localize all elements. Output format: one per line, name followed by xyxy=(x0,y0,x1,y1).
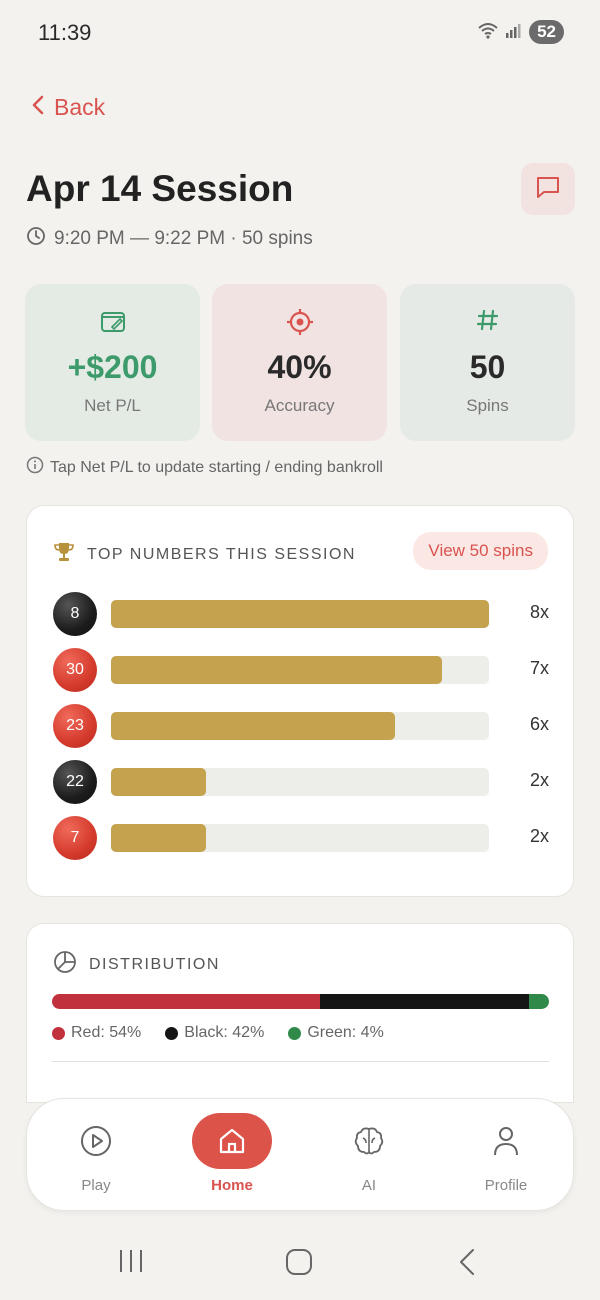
divider xyxy=(52,1061,549,1062)
legend-label: Black: 42% xyxy=(184,1024,265,1041)
chat-button[interactable] xyxy=(521,163,575,215)
number-row: 30 7x xyxy=(53,648,549,692)
back-button[interactable]: Back xyxy=(32,94,105,121)
view-spins-button[interactable]: View 50 spins xyxy=(413,532,548,570)
brain-icon xyxy=(329,1113,409,1169)
signal-icon xyxy=(505,22,523,43)
hit-count: 6x xyxy=(529,714,549,734)
clock-icon xyxy=(26,226,46,252)
number-ball: 22 xyxy=(53,760,97,804)
top-numbers-title: TOP NUMBERS THIS SESSION xyxy=(87,545,356,563)
accuracy-value: 40% xyxy=(267,349,332,385)
green-dot xyxy=(288,1026,302,1040)
nav-profile-label: Profile xyxy=(484,1177,528,1194)
frequency-track xyxy=(111,600,489,628)
chevron-left-icon xyxy=(32,94,44,121)
spins-value: 50 xyxy=(469,349,506,385)
net-pl-label: Net P/L xyxy=(84,396,141,415)
home-icon xyxy=(192,1113,272,1169)
nav-ai[interactable]: AI xyxy=(327,1113,411,1197)
distribution-bar xyxy=(52,994,549,1009)
legend-label: Green: 4% xyxy=(307,1024,384,1041)
pie-chart-icon xyxy=(53,950,77,979)
distribution-title: DISTRIBUTION xyxy=(89,955,220,973)
hit-count: 2x xyxy=(529,826,549,846)
legend-black: Black: 42% xyxy=(165,1024,264,1042)
hash-icon xyxy=(400,308,575,332)
status-bar: 11:39 52 xyxy=(0,0,600,64)
distribution-heading: DISTRIBUTION xyxy=(53,950,220,979)
legend-red: Red: 54% xyxy=(52,1024,141,1042)
target-icon xyxy=(212,308,387,336)
number-row: 23 6x xyxy=(53,704,549,748)
black-dot xyxy=(165,1026,179,1040)
frequency-bar xyxy=(111,656,442,684)
accuracy-card: 40% Accuracy xyxy=(212,284,387,441)
bankroll-hint: Tap Net P/L to update starting / ending … xyxy=(26,456,383,479)
frequency-bar xyxy=(111,824,206,852)
net-pl-card[interactable]: +$200 Net P/L xyxy=(25,284,200,441)
hit-count: 8x xyxy=(529,602,549,622)
profile-icon xyxy=(466,1113,546,1169)
frequency-bar xyxy=(111,600,489,628)
number-ball: 23 xyxy=(53,704,97,748)
accuracy-label: Accuracy xyxy=(264,396,335,415)
hint-text: Tap Net P/L to update starting / ending … xyxy=(50,458,383,476)
green-segment xyxy=(529,994,549,1009)
battery-indicator: 52 xyxy=(529,20,564,44)
recent-apps-icon[interactable] xyxy=(118,1248,144,1279)
home-system-icon[interactable] xyxy=(285,1248,313,1281)
hit-count: 7x xyxy=(529,658,549,678)
session-time-range: 9:20 PM — 9:22 PM · 50 spins xyxy=(54,228,313,249)
nav-home-label: Home xyxy=(211,1177,253,1194)
trophy-icon xyxy=(53,542,75,567)
back-label: Back xyxy=(54,94,106,120)
black-segment xyxy=(320,994,530,1009)
back-system-icon[interactable] xyxy=(458,1248,476,1281)
page-title: Apr 14 Session xyxy=(26,168,294,209)
frequency-track xyxy=(111,768,489,796)
number-ball: 30 xyxy=(53,648,97,692)
distribution-legend: Red: 54% Black: 42% Green: 4% xyxy=(52,1024,384,1042)
top-numbers-heading: TOP NUMBERS THIS SESSION xyxy=(53,542,356,567)
number-ball: 8 xyxy=(53,592,97,636)
nav-play[interactable]: Play xyxy=(54,1113,138,1197)
frequency-track xyxy=(111,824,489,852)
legend-label: Red: 54% xyxy=(71,1024,142,1041)
number-row: 7 2x xyxy=(53,816,549,860)
session-meta: 9:20 PM — 9:22 PM · 50 spins xyxy=(26,226,313,252)
nav-ai-label: AI xyxy=(361,1177,377,1194)
net-pl-value: +$200 xyxy=(67,349,158,385)
nav-play-label: Play xyxy=(81,1177,111,1194)
number-ball: 7 xyxy=(53,816,97,860)
wallet-icon xyxy=(25,308,200,334)
red-dot xyxy=(52,1026,65,1040)
spins-card: 50 Spins xyxy=(400,284,575,441)
nav-profile[interactable]: Profile xyxy=(464,1113,548,1197)
status-icons: 52 xyxy=(477,20,564,44)
status-time: 11:39 xyxy=(38,20,92,45)
spins-label: Spins xyxy=(466,396,509,415)
wifi-icon xyxy=(477,21,499,44)
frequency-bar xyxy=(111,712,395,740)
frequency-track xyxy=(111,656,489,684)
chat-icon xyxy=(535,175,561,204)
bottom-nav: Play Home AI Profile xyxy=(26,1098,574,1211)
nav-home[interactable]: Home xyxy=(190,1113,274,1197)
legend-green: Green: 4% xyxy=(288,1024,384,1042)
top-numbers-card: TOP NUMBERS THIS SESSION View 50 spins 8… xyxy=(26,505,574,897)
hit-count: 2x xyxy=(529,770,549,790)
play-icon xyxy=(56,1113,136,1169)
frequency-track xyxy=(111,712,489,740)
info-icon xyxy=(26,456,44,479)
frequency-bar xyxy=(111,768,206,796)
number-row: 22 2x xyxy=(53,760,549,804)
red-segment xyxy=(52,994,321,1009)
number-row: 8 8x xyxy=(53,592,549,636)
distribution-card: DISTRIBUTION Red: 54% Black: 42% Green: … xyxy=(26,923,574,1103)
system-nav-bar xyxy=(0,1230,600,1294)
